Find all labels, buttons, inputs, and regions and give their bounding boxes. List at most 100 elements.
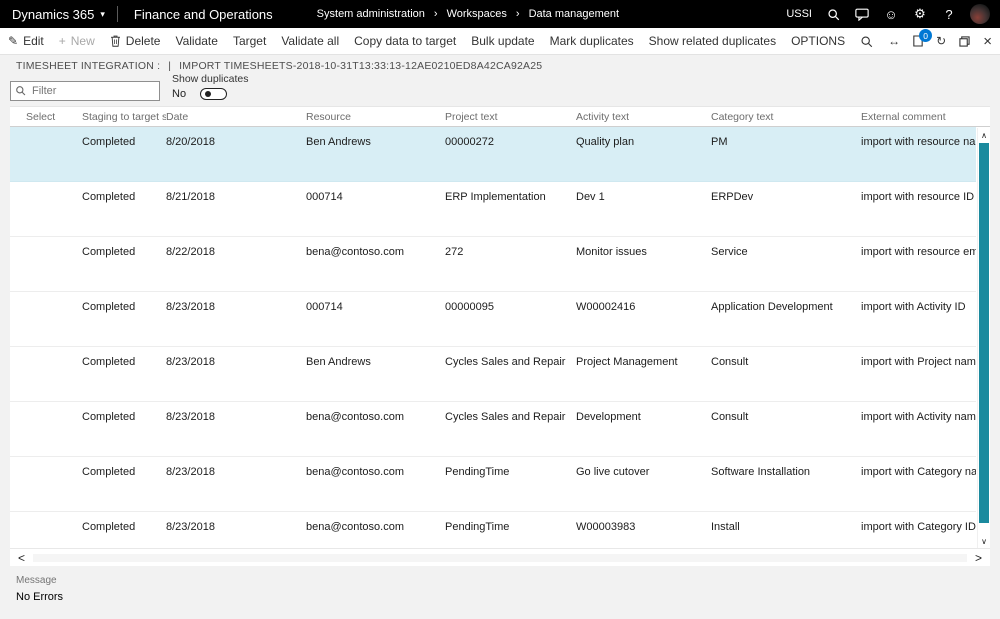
date-cell: 8/21/2018 [166,191,215,203]
table-row[interactable]: Completed 8/23/2018 000714 00000095 W000… [10,292,976,347]
validate-button[interactable]: Validate [175,34,217,48]
form-controls: ↔ 0 ↻ × [888,29,992,49]
horizontal-scroll-track[interactable] [33,553,967,562]
show-related-duplicates-button[interactable]: Show related duplicates [649,34,776,48]
column-header-activity-text[interactable]: Activity text [576,111,711,123]
page-caption: TIMESHEET INTEGRATION : | IMPORT TIMESHE… [0,55,1000,76]
validate-all-button[interactable]: Validate all [281,34,339,48]
status-cell: Completed [82,521,136,533]
search-icon[interactable] [825,6,841,22]
project-cell: Cycles Sales and Repair [445,411,566,423]
message-icon[interactable] [854,6,870,22]
date-cell: 8/20/2018 [166,136,215,148]
company-selector[interactable]: USSI [786,8,812,20]
table-row[interactable]: Completed 8/23/2018 Ben Andrews Cycles S… [10,347,976,402]
activity-cell: Go live cutover [576,466,650,478]
horizontal-scrollbar[interactable]: < > [10,548,990,566]
attachments-button[interactable]: 0 [913,29,933,47]
breadcrumb-item-data-management[interactable]: Data management [529,8,620,20]
close-icon[interactable]: × [983,34,992,49]
activity-cell: Development [576,411,641,423]
table-row[interactable]: Completed 8/23/2018 bena@contoso.com Cyc… [10,402,976,457]
column-header-select[interactable]: Select [10,111,82,123]
scroll-right-icon[interactable]: > [975,552,982,564]
scroll-down-icon[interactable]: ∨ [978,534,990,548]
scrollbar-thumb[interactable] [979,143,989,523]
mark-duplicates-button[interactable]: Mark duplicates [550,34,634,48]
chevron-down-icon: ▾ [100,9,105,19]
show-duplicates-toggle[interactable] [200,88,228,100]
status-cell: Completed [82,356,136,368]
filter-input[interactable] [10,81,160,101]
category-cell: PM [711,136,728,148]
table-row[interactable]: Completed 8/20/2018 Ben Andrews 00000272… [10,127,976,182]
popout-icon[interactable] [959,35,970,47]
gear-icon[interactable]: ⚙ [912,6,928,22]
delete-button[interactable]: Delete [110,34,160,48]
project-cell: PendingTime [445,466,510,478]
status-cell: Completed [82,411,136,423]
scroll-left-icon[interactable]: < [18,552,25,564]
toggle-knob [205,91,212,97]
product-name[interactable]: Finance and Operations [118,7,289,22]
activity-cell: Quality plan [576,136,635,148]
table-row[interactable]: Completed 8/23/2018 bena@contoso.com Pen… [10,457,976,512]
column-header-project-text[interactable]: Project text [445,111,576,123]
new-button[interactable]: + New [59,34,95,48]
column-header-staging-status[interactable]: Staging to target sta... [82,111,166,123]
table-row[interactable]: Completed 8/21/2018 000714 ERP Implement… [10,182,976,237]
breadcrumb-separator-icon: › [515,8,520,20]
breadcrumb-item-system-administration[interactable]: System administration [317,8,425,20]
column-header-date[interactable]: Date [166,111,306,123]
vertical-scrollbar[interactable]: ∧ ∨ [977,128,990,548]
resource-cell: Ben Andrews [306,356,371,368]
column-header-category-text[interactable]: Category text [711,111,861,123]
activity-cell: Dev 1 [576,191,605,203]
category-cell: Application Development [711,301,833,313]
brand-label: Dynamics 365 [12,6,95,22]
filter-row: Show duplicates No [0,73,1000,106]
status-cell: Completed [82,301,136,313]
project-cell: PendingTime [445,521,510,533]
grid-header-row: Select Staging to target sta... Date Res… [10,107,990,127]
app-launcher[interactable]: Dynamics 365 ▾ [0,7,117,22]
date-cell: 8/23/2018 [166,521,215,533]
select-cell [10,191,82,236]
action-search-icon[interactable] [860,35,873,48]
comment-cell: import with Project name [861,356,976,368]
resource-cell: Ben Andrews [306,136,371,148]
target-button[interactable]: Target [233,34,266,48]
select-cell [10,246,82,291]
category-cell: Software Installation [711,466,811,478]
category-cell: ERPDev [711,191,754,203]
options-label: OPTIONS [791,34,846,48]
comment-cell: import with Category ID [861,521,976,533]
edit-label: Edit [23,34,44,48]
help-icon[interactable]: ? [941,6,957,22]
table-row[interactable]: Completed 8/22/2018 bena@contoso.com 272… [10,237,976,292]
comment-cell: import with Category nar [861,466,976,478]
bulk-update-button[interactable]: Bulk update [471,34,534,48]
refresh-icon[interactable]: ↻ [936,34,946,48]
column-header-external-comment[interactable]: External comment [861,111,976,123]
column-header-resource[interactable]: Resource [306,111,445,123]
category-cell: Consult [711,411,749,423]
table-row[interactable]: Completed 8/23/2018 bena@contoso.com Pen… [10,512,976,548]
filter-box [10,81,160,101]
user-avatar[interactable] [970,4,990,24]
scroll-up-icon[interactable]: ∧ [978,128,990,142]
copy-data-to-target-label: Copy data to target [354,34,457,48]
options-button[interactable]: OPTIONS [791,34,845,48]
status-cell: Completed [82,136,136,148]
topbar-right: USSI ☺ ⚙ ? [786,4,1000,24]
category-cell: Service [711,246,748,258]
show-duplicates-control: Show duplicates No [172,73,248,100]
copy-data-to-target-button[interactable]: Copy data to target [354,34,456,48]
breadcrumb-item-workspaces[interactable]: Workspaces [447,8,507,20]
comment-cell: import with Activity name [861,411,976,423]
edit-button[interactable]: ✎ Edit [8,34,44,48]
activity-cell: Project Management [576,356,678,368]
expand-icon[interactable]: ↔ [888,34,900,48]
resource-cell: bena@contoso.com [306,246,405,258]
feedback-smiley-icon[interactable]: ☺ [883,6,899,22]
